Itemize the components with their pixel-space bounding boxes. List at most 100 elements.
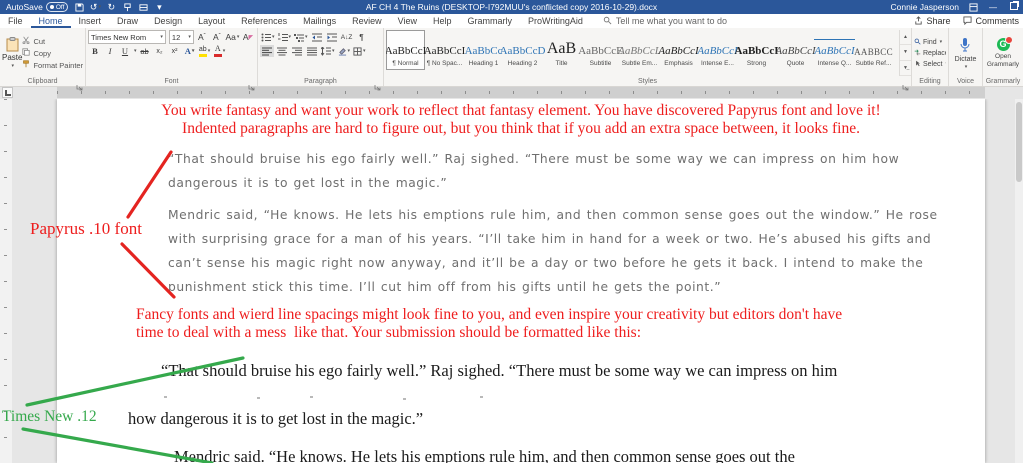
format-painter-button[interactable]: Format Painter [22,60,83,70]
tab-grammarly[interactable]: Grammarly [460,14,521,28]
open-grammarly-button[interactable]: G Open Grammarly [985,30,1021,76]
format-painter-qat-icon[interactable] [122,2,132,12]
line-spacing-button[interactable]: ▾ [320,45,336,57]
touch-mode-icon[interactable] [138,2,148,12]
style-title[interactable]: AaBTitle [542,30,581,70]
style-subtitle[interactable]: AaBbCcESubtitle [581,30,620,70]
tab-layout[interactable]: Layout [190,14,233,28]
align-center-button[interactable] [275,45,289,57]
share-button[interactable]: Share [914,16,950,27]
minimize-button[interactable]: — [987,3,999,12]
ribbon-display-options-icon[interactable] [968,2,978,12]
title-bar: AutoSave Off ↺▾ ↻ ▾ AF CH 4 The Ruins (D… [0,0,1023,14]
tab-insert[interactable]: Insert [71,14,110,28]
restore-button[interactable] [1008,2,1020,12]
cut-button[interactable]: Cut [22,36,83,46]
style-intense-emphasis[interactable]: AaBbCcIIntense E... [698,30,737,70]
text-effects-button[interactable]: A▾ [183,45,197,57]
tab-file[interactable]: File [0,14,31,28]
paragraph-dialog-launcher-icon[interactable] [374,78,381,85]
font-family-select[interactable]: Times New Rom▾ [88,30,166,44]
align-right-button[interactable] [290,45,304,57]
style-intense-quote[interactable]: AaBbCcIIntense Q... [815,30,854,70]
justify-button[interactable] [305,45,319,57]
comment-icon [963,16,972,27]
tab-help[interactable]: Help [425,14,460,28]
undo-icon[interactable]: ↺▾ [90,2,100,12]
tab-references[interactable]: References [233,14,295,28]
strikethrough-button[interactable]: ab [138,45,152,57]
underline-caret[interactable]: ▾ [134,48,137,54]
tab-view[interactable]: View [390,14,425,28]
font-color-button[interactable]: A▾ [213,45,227,57]
highlight-button[interactable]: ab▾ [198,45,212,57]
superscript-button[interactable]: x² [168,45,182,57]
copy-button[interactable]: Copy [22,48,83,58]
paste-button[interactable]: Paste ▾ [2,30,22,76]
increase-indent-button[interactable] [325,31,339,43]
save-icon[interactable] [74,2,84,12]
clipboard-dialog-launcher-icon[interactable] [76,78,83,85]
tab-selector[interactable] [2,87,13,98]
style-normal[interactable]: AaBbCcI¶ Normal [386,30,425,70]
decrease-indent-button[interactable] [310,31,324,43]
papyrus-paragraph-1-line-2: dangerous it is to get lost in the magic… [168,171,447,195]
styles-scroll-up-icon[interactable]: ▲ [900,30,911,45]
grammarly-notification-badge [1005,36,1013,44]
style-emphasis[interactable]: AaBbCcIEmphasis [659,30,698,70]
style-heading-1[interactable]: AaBbCcHeading 1 [464,30,503,70]
borders-button[interactable]: ▾ [352,45,367,57]
grammarly-group: G Open Grammarly Grammarly [983,28,1023,86]
customize-qat-icon[interactable]: ▾ [154,2,164,12]
shading-button[interactable]: ▾ [337,45,352,57]
style-strong[interactable]: AaBbCcIStrong [737,30,776,70]
show-formatting-marks-button[interactable]: ¶ [355,31,369,43]
select-button[interactable]: Select▾ [914,60,946,69]
style-heading-2[interactable]: AaBbCcDHeading 2 [503,30,542,70]
voice-group: Dictate ▾ Voice [949,28,983,86]
underline-button[interactable]: U [118,45,132,57]
styles-group: AaBbCcI¶ Normal AaBbCcI¶ No Spac... AaBb… [384,28,912,86]
styles-more-icon[interactable]: ▼̲ [900,61,911,76]
autosave-toggle[interactable]: AutoSave Off [6,2,68,12]
annotation-middle-line-2: time to deal with a mess like that. Your… [136,324,641,343]
tab-home[interactable]: Home [31,14,71,28]
paste-dropdown-caret[interactable]: ▾ [11,63,14,69]
grow-font-button[interactable]: Aˆ [195,31,209,43]
replace-button[interactable]: Replace [914,49,946,58]
autosave-state: Off [56,4,65,11]
subscript-button[interactable]: x₂ [153,45,167,57]
style-subtle-reference[interactable]: AABBCCSubtle Ref... [854,30,893,70]
bullets-button[interactable]: ▾ [260,31,276,43]
change-case-button[interactable]: Aa▾ [225,31,240,43]
clear-formatting-button[interactable]: A◤ [241,31,255,43]
multilevel-list-button[interactable]: ▾ [293,31,309,43]
redo-icon[interactable]: ↻ [106,2,116,12]
scrollbar-thumb[interactable] [1016,102,1022,182]
horizontal-ruler[interactable] [57,87,985,98]
sort-button[interactable]: A↓Z [340,31,354,43]
bold-button[interactable]: B [88,45,102,57]
font-size-select[interactable]: 12▾ [169,30,194,44]
tab-draw[interactable]: Draw [109,14,146,28]
styles-dialog-launcher-icon[interactable] [902,78,909,85]
vertical-scrollbar[interactable] [1015,99,1023,463]
style-quote[interactable]: AaBbCcIQuote [776,30,815,70]
tab-mailings[interactable]: Mailings [295,14,344,28]
align-left-button[interactable] [260,45,274,57]
tab-review[interactable]: Review [344,14,390,28]
comments-button[interactable]: Comments [963,16,1019,27]
times-paragraph-1-line-1: “That should bruise his ego fairly well.… [161,361,837,381]
font-dialog-launcher-icon[interactable] [248,78,255,85]
dictate-button[interactable]: Dictate ▾ [955,30,977,76]
tab-prowritingaid[interactable]: ProWritingAid [520,14,591,28]
style-subtle-emphasis[interactable]: AaBbCcLSubtle Em... [620,30,659,70]
tell-me-search[interactable]: Tell me what you want to do [603,14,727,28]
find-button[interactable]: Find▾ [914,38,946,47]
style-no-spacing[interactable]: AaBbCcI¶ No Spac... [425,30,464,70]
shrink-font-button[interactable]: Aˇ [210,31,224,43]
tab-design[interactable]: Design [146,14,190,28]
italic-button[interactable]: I [103,45,117,57]
numbering-button[interactable]: ▾ [277,31,293,43]
styles-scroll-down-icon[interactable]: ▼ [900,45,911,60]
